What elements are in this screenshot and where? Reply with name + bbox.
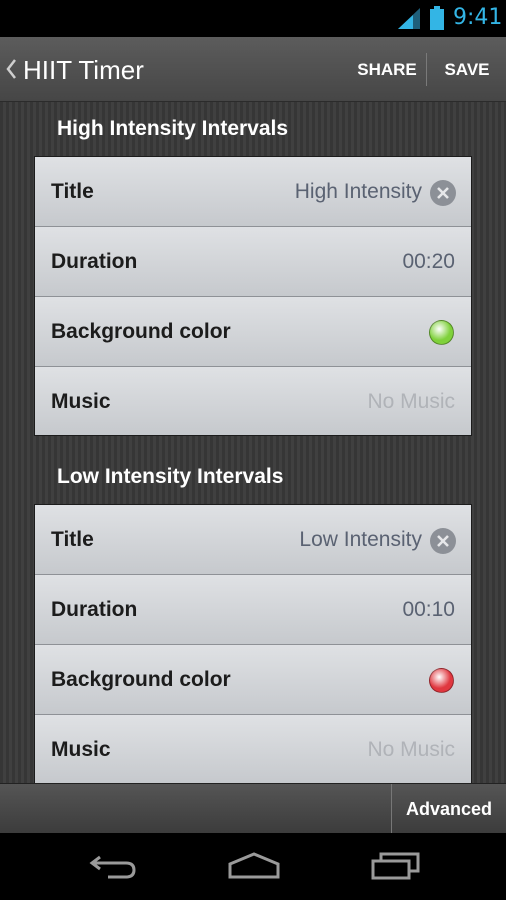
music-value: No Music	[367, 738, 455, 761]
color-label: Background color	[51, 320, 231, 343]
low-intensity-group: Title Low Intensity Duration 00:10 Backg…	[34, 504, 472, 783]
high-color-row[interactable]: Background color	[35, 297, 471, 367]
music-value: No Music	[367, 390, 455, 413]
section-header-low: Low Intensity Intervals	[57, 465, 284, 488]
high-title-row[interactable]: Title High Intensity	[35, 157, 471, 227]
low-music-row[interactable]: Music No Music	[35, 715, 471, 783]
music-label: Music	[51, 390, 111, 413]
high-intensity-group: Title High Intensity Duration 00:20 Back…	[34, 156, 472, 436]
title-value[interactable]: Low Intensity	[299, 505, 422, 575]
navigation-bar	[0, 833, 506, 900]
duration-value: 00:20	[402, 250, 455, 273]
signal-icon	[398, 8, 420, 29]
low-color-row[interactable]: Background color	[35, 645, 471, 715]
back-icon[interactable]	[88, 851, 138, 881]
title-label: Title	[51, 528, 94, 551]
save-button[interactable]: SAVE	[428, 37, 506, 102]
color-swatch[interactable]	[429, 320, 454, 345]
low-title-row[interactable]: Title Low Intensity	[35, 505, 471, 575]
bottom-bar: Advanced	[0, 783, 506, 834]
duration-value: 00:10	[402, 598, 455, 621]
high-duration-row[interactable]: Duration 00:20	[35, 227, 471, 297]
section-header-high: High Intensity Intervals	[57, 117, 289, 140]
clear-icon[interactable]	[430, 180, 456, 206]
music-label: Music	[51, 738, 111, 761]
battery-icon	[430, 6, 444, 30]
high-music-row[interactable]: Music No Music	[35, 367, 471, 435]
duration-label: Duration	[51, 598, 138, 621]
chevron-left-icon[interactable]	[4, 57, 18, 81]
status-bar: 9:41	[0, 0, 506, 37]
clear-icon[interactable]	[430, 528, 456, 554]
recent-apps-icon[interactable]	[370, 851, 422, 881]
duration-label: Duration	[51, 250, 138, 273]
advanced-button[interactable]: Advanced	[392, 784, 506, 834]
action-divider	[426, 53, 427, 86]
share-button[interactable]: SHARE	[350, 37, 424, 102]
color-label: Background color	[51, 668, 231, 691]
home-icon[interactable]	[227, 851, 281, 881]
clock: 9:41	[453, 5, 503, 30]
title-value[interactable]: High Intensity	[295, 157, 422, 227]
settings-list[interactable]: High Intensity Intervals Title High Inte…	[0, 102, 506, 783]
color-swatch[interactable]	[429, 668, 454, 693]
action-bar: HIIT Timer SHARE SAVE	[0, 37, 506, 102]
app-title[interactable]: HIIT Timer	[23, 55, 144, 86]
low-duration-row[interactable]: Duration 00:10	[35, 575, 471, 645]
title-label: Title	[51, 180, 94, 203]
